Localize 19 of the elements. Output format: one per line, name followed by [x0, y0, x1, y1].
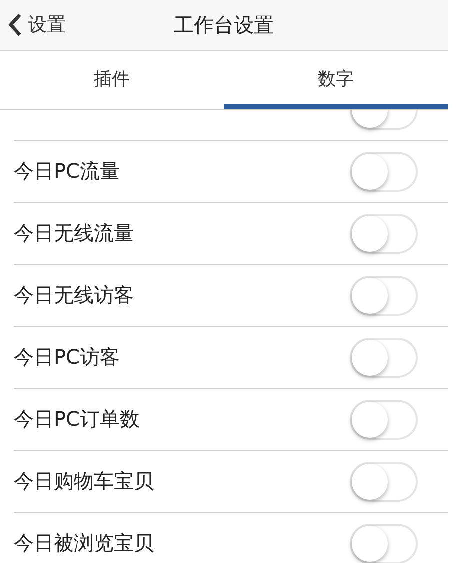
- setting-label: 今日PC流量: [14, 158, 120, 185]
- toggle-switch[interactable]: [350, 152, 418, 192]
- back-label[interactable]: 设置: [28, 12, 66, 38]
- tab[interactable]: 插件: [0, 51, 224, 109]
- toggle-switch[interactable]: [350, 524, 418, 563]
- toggle-switch[interactable]: [350, 338, 418, 378]
- setting-label: 今日被浏览宝贝: [14, 530, 154, 557]
- toggle-switch[interactable]: [350, 276, 418, 316]
- back-button[interactable]: 设置: [0, 12, 66, 38]
- setting-label: 今日PC订单数: [14, 406, 140, 433]
- back-icon: [8, 13, 22, 37]
- toggle-switch[interactable]: [350, 400, 418, 440]
- window-title: 工作台设置: [174, 12, 274, 38]
- setting-label: 今日无线访客: [14, 282, 134, 309]
- setting-label: 今日购物车宝贝: [14, 468, 154, 495]
- toggle-switch[interactable]: [350, 462, 418, 502]
- toggle-switch[interactable]: [350, 214, 418, 254]
- setting-label: 今日PC访客: [14, 344, 120, 371]
- setting-label: 今日无线流量: [14, 220, 134, 247]
